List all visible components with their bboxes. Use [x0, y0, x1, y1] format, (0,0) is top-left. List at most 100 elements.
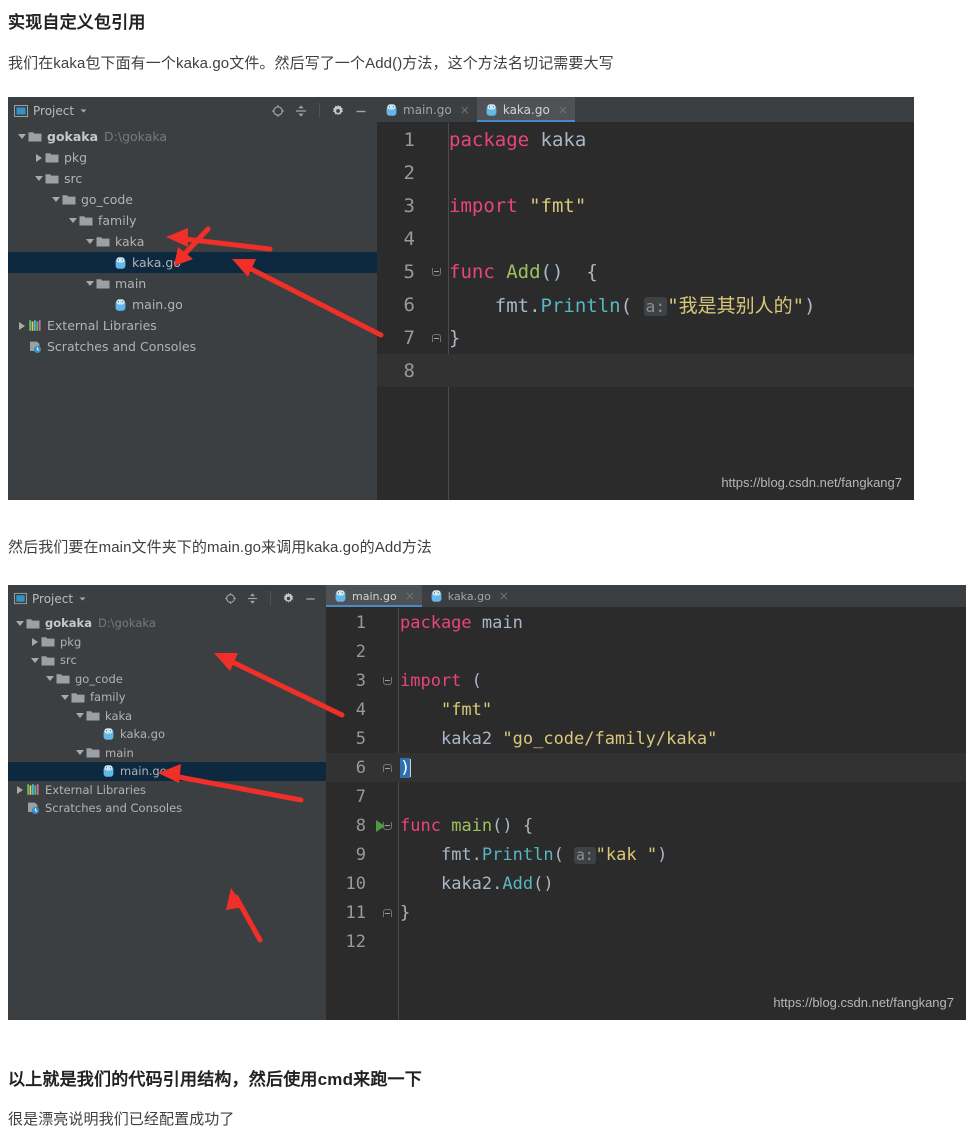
editor-tab-kaka-go[interactable]: kaka.go × — [476, 97, 575, 122]
chevron-down-icon[interactable] — [67, 218, 78, 223]
editor-tab-main-go[interactable]: main.go × — [326, 585, 422, 607]
tree-item-pkg[interactable]: pkg — [8, 633, 326, 652]
project-panel-title-1[interactable]: Project — [14, 104, 88, 118]
code-line[interactable]: 11} — [326, 898, 966, 927]
fold-gutter[interactable] — [374, 763, 400, 772]
editor-tabbar-2: main.go × kaka.go × — [326, 585, 966, 608]
chevron-right-icon[interactable] — [33, 153, 44, 162]
editor-tab-main-go[interactable]: main.go × — [377, 97, 477, 122]
close-icon[interactable]: × — [460, 103, 470, 117]
code-line[interactable]: 6) — [326, 753, 966, 782]
code-line[interactable]: 1 package kaka — [377, 123, 914, 156]
chevron-down-icon[interactable] — [44, 676, 55, 682]
collapse-all-icon[interactable] — [246, 592, 259, 605]
tree-item-gokaka[interactable]: gokaka D:\gokaka — [8, 126, 377, 147]
code-line[interactable]: 2 — [377, 156, 914, 189]
code-line[interactable]: 4 — [377, 222, 914, 255]
chevron-down-icon[interactable] — [74, 713, 85, 719]
code-line[interactable]: 5 kaka2 "go_code/family/kaka" — [326, 724, 966, 753]
code-line[interactable]: 7} — [377, 321, 914, 354]
editor-tab-kaka-go[interactable]: kaka.go × — [422, 585, 516, 607]
tree-item-main[interactable]: main — [8, 744, 326, 763]
editor-code-1[interactable]: 1 package kaka 2 3 import "fmt" 4 5 func Add() … — [377, 123, 914, 500]
project-tree-2[interactable]: gokaka D:\gokaka pkg src go_code family kaka ka… — [8, 612, 326, 1020]
fold-collapse-icon[interactable] — [431, 267, 441, 276]
chevron-down-icon[interactable] — [79, 106, 88, 115]
chevron-right-icon[interactable] — [16, 321, 27, 330]
chevron-down-icon[interactable] — [50, 197, 61, 202]
code-line[interactable]: 8 func main() { — [326, 811, 966, 840]
chevron-right-icon[interactable] — [14, 785, 25, 794]
fold-expand-icon[interactable] — [431, 333, 441, 342]
settings-gear-icon[interactable] — [282, 592, 295, 605]
project-tree-1[interactable]: gokaka D:\gokaka pkg src go_code family kaka ka… — [8, 124, 377, 500]
tree-item-pkg[interactable]: pkg — [8, 147, 377, 168]
fold-expand-icon[interactable] — [382, 908, 392, 917]
chevron-down-icon[interactable] — [84, 239, 95, 244]
chevron-down-icon[interactable] — [59, 694, 70, 700]
locate-in-tree-icon[interactable] — [224, 592, 237, 605]
code-line[interactable]: 4 "fmt" — [326, 695, 966, 724]
fold-gutter[interactable] — [423, 267, 449, 276]
tree-item-gokaka[interactable]: gokaka D:\gokaka — [8, 614, 326, 633]
tree-item-external-libraries[interactable]: External Libraries — [8, 781, 326, 800]
tree-item-main-go[interactable]: main.go — [8, 762, 326, 781]
tree-item-family[interactable]: family — [8, 210, 377, 231]
chevron-down-icon[interactable] — [78, 594, 87, 603]
locate-in-tree-icon[interactable] — [271, 104, 285, 118]
tree-item-kaka-go[interactable]: kaka.go — [8, 725, 326, 744]
code-line[interactable]: 10 kaka2.Add() — [326, 869, 966, 898]
tree-item-kaka[interactable]: kaka — [8, 707, 326, 726]
chevron-down-icon[interactable] — [14, 620, 25, 626]
code-line[interactable]: 2 — [326, 637, 966, 666]
fold-collapse-icon[interactable] — [382, 676, 392, 685]
tree-item-go-code[interactable]: go_code — [8, 189, 377, 210]
fold-gutter[interactable] — [423, 333, 449, 342]
code-line[interactable]: 12 — [326, 927, 966, 956]
code-line[interactable]: 9 fmt.Println( a: "kak ") — [326, 840, 966, 869]
tree-item-src[interactable]: src — [8, 168, 377, 189]
code-line[interactable]: 5 func Add() { — [377, 255, 914, 288]
run-gutter-icon[interactable] — [376, 819, 385, 832]
close-icon[interactable]: × — [558, 103, 568, 117]
code-line[interactable]: 1 package main — [326, 608, 966, 637]
code-line[interactable]: 3 import ( — [326, 666, 966, 695]
settings-gear-icon[interactable] — [331, 104, 345, 118]
code-line[interactable]: 8 — [377, 354, 914, 387]
code-line[interactable]: 6 fmt.Println( a: "我是其别人的") — [377, 288, 914, 321]
project-panel-title-2[interactable]: Project — [14, 592, 87, 606]
go-file-icon — [385, 103, 398, 117]
tree-item-main-go[interactable]: main.go — [8, 294, 377, 315]
chevron-down-icon[interactable] — [33, 176, 44, 181]
tree-item-family[interactable]: family — [8, 688, 326, 707]
tree-item-src[interactable]: src — [8, 651, 326, 670]
fold-gutter[interactable] — [374, 676, 400, 685]
hide-panel-icon[interactable] — [304, 592, 317, 605]
folder-icon — [25, 617, 41, 630]
tree-item-external-libraries[interactable]: External Libraries — [8, 315, 377, 336]
hide-panel-icon[interactable] — [354, 104, 368, 118]
tree-item-go-code[interactable]: go_code — [8, 670, 326, 689]
tree-item-scratches-and-consoles[interactable]: Scratches and Consoles — [8, 336, 377, 357]
tree-item-kaka-go[interactable]: kaka.go — [8, 252, 377, 273]
code-line[interactable]: 3 import "fmt" — [377, 189, 914, 222]
chevron-down-icon[interactable] — [29, 657, 40, 663]
code-line[interactable]: 7 — [326, 782, 966, 811]
tree-item-label: gokaka — [45, 616, 92, 631]
collapse-all-icon[interactable] — [294, 104, 308, 118]
editor-code-2[interactable]: 1 package main 2 3 import (4 "fmt" 5 kaka2 "g… — [326, 608, 966, 1020]
fold-gutter[interactable] — [374, 908, 400, 917]
chevron-down-icon[interactable] — [84, 281, 95, 286]
tree-item-scratches-and-consoles[interactable]: Scratches and Consoles — [8, 799, 326, 818]
tree-item-main[interactable]: main — [8, 273, 377, 294]
code-text: func main() { — [400, 815, 534, 836]
chevron-right-icon[interactable] — [29, 637, 40, 646]
project-panel-header-2: Project — [8, 585, 326, 612]
chevron-down-icon[interactable] — [74, 750, 85, 756]
close-icon[interactable]: × — [405, 589, 415, 603]
tree-item-kaka[interactable]: kaka — [8, 231, 377, 252]
go-file-icon — [112, 256, 128, 270]
close-icon[interactable]: × — [499, 589, 509, 603]
fold-expand-icon[interactable] — [382, 763, 392, 772]
chevron-down-icon[interactable] — [16, 134, 27, 139]
